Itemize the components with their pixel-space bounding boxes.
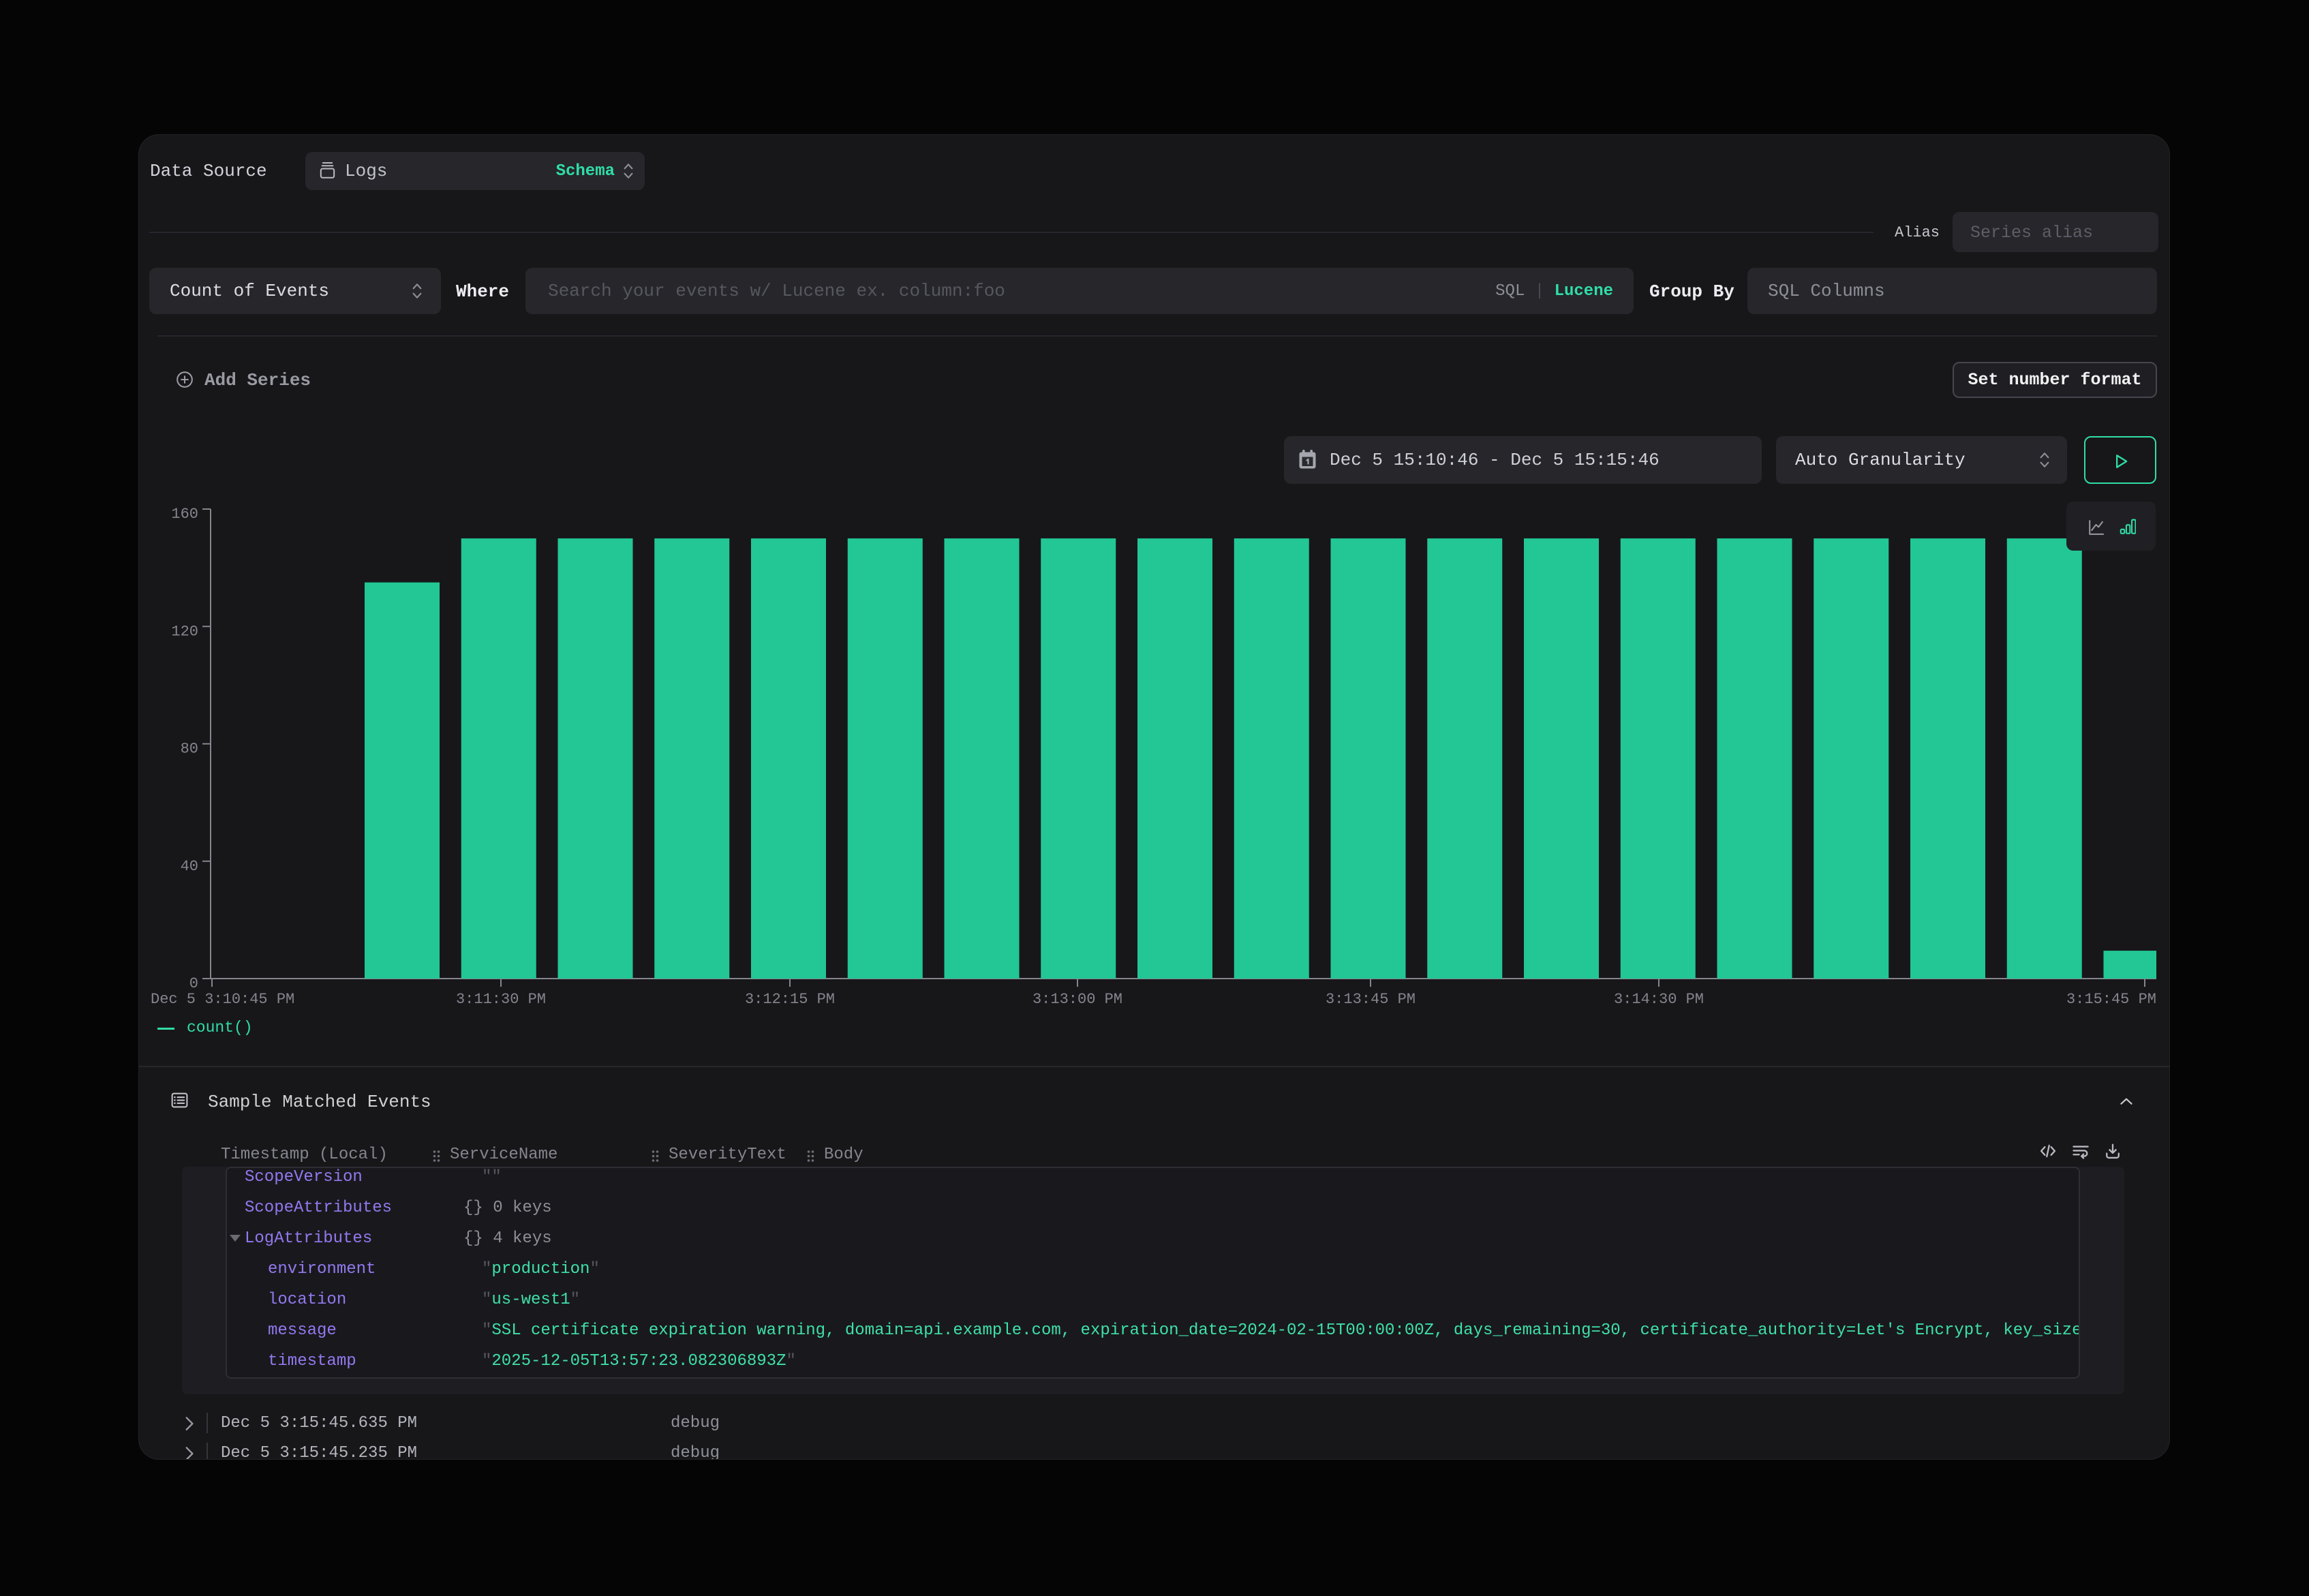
svg-text:3:14:30 PM: 3:14:30 PM (1614, 991, 1704, 1008)
svg-text:Dec 5 3:10:45 PM: Dec 5 3:10:45 PM (151, 991, 294, 1008)
svg-text:3:11:30 PM: 3:11:30 PM (456, 991, 546, 1008)
svg-text:0: 0 (189, 975, 198, 992)
svg-text:3:13:00 PM: 3:13:00 PM (1033, 991, 1122, 1008)
svg-text:3:12:15 PM: 3:12:15 PM (745, 991, 835, 1008)
svg-text:80: 80 (181, 741, 198, 758)
svg-text:40: 40 (181, 858, 198, 875)
svg-text:3:13:45 PM: 3:13:45 PM (1326, 991, 1416, 1008)
svg-text:120: 120 (171, 623, 198, 640)
svg-text:3:15:45 PM: 3:15:45 PM (2066, 991, 2156, 1008)
svg-text:160: 160 (171, 506, 198, 523)
